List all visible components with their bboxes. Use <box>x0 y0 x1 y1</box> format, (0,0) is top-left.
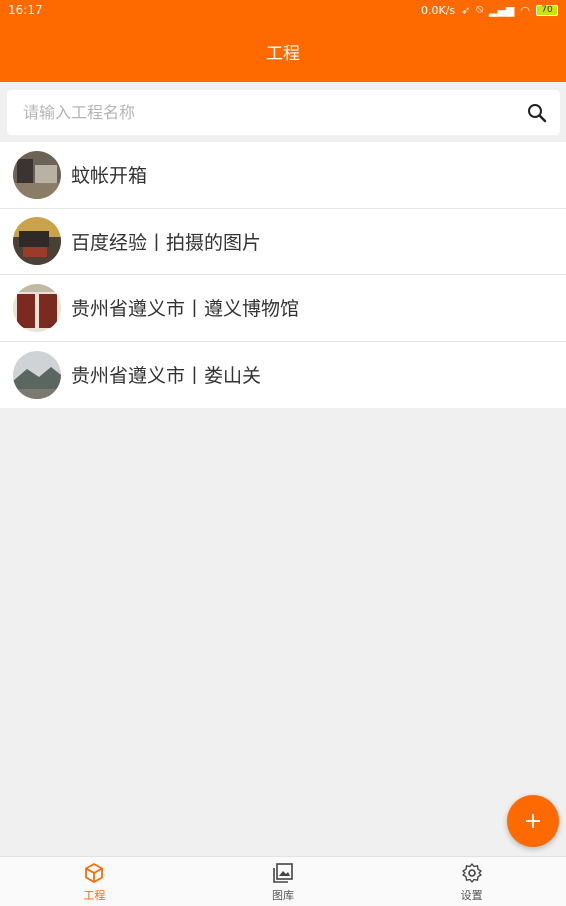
gear-icon <box>460 861 484 885</box>
project-name: 百度经验丨拍摄的图片 <box>71 231 262 254</box>
search-bar <box>0 82 566 142</box>
plus-icon: + <box>523 808 543 834</box>
project-list: 蚊帐开箱 百度经验丨拍摄的图片 贵州省遵义市丨遵义博物馆 贵州省遵义市丨娄山关 <box>0 142 566 408</box>
status-bar: 16:17 0.0K/s ➶ ⍉ ▂▄▆ ◠ 70 <box>0 0 566 20</box>
list-item[interactable]: 贵州省遵义市丨娄山关 <box>0 342 566 409</box>
page-title: 工程 <box>266 43 300 64</box>
project-thumbnail <box>13 150 61 199</box>
app-bar: 工程 <box>0 20 566 82</box>
list-item[interactable]: 蚊帐开箱 <box>0 142 566 209</box>
tab-settings[interactable]: 设置 <box>377 857 566 906</box>
search-icon[interactable] <box>526 102 548 124</box>
project-thumbnail <box>13 283 61 332</box>
search-box <box>7 90 560 135</box>
project-name: 蚊帐开箱 <box>71 165 148 188</box>
battery-icon: 70 <box>536 4 558 16</box>
gallery-icon <box>271 861 295 885</box>
signal-icon: ▂▄▆ <box>489 3 515 17</box>
status-time: 16:17 <box>8 3 43 17</box>
location-icon: ➶ <box>461 3 471 17</box>
project-name: 贵州省遵义市丨遵义博物馆 <box>71 298 300 321</box>
alarm-off-icon: ⍉ <box>476 3 483 16</box>
tab-label: 设置 <box>460 888 483 902</box>
status-icons: 0.0K/s ➶ ⍉ ▂▄▆ ◠ 70 <box>421 3 558 17</box>
project-thumbnail <box>13 350 61 399</box>
list-item[interactable]: 百度经验丨拍摄的图片 <box>0 209 566 275</box>
tab-label: 工程 <box>83 888 106 902</box>
network-speed: 0.0K/s <box>421 3 456 17</box>
list-item[interactable]: 贵州省遵义市丨遵义博物馆 <box>0 275 566 342</box>
add-project-button[interactable]: + <box>507 795 559 847</box>
wifi-icon: ◠ <box>520 3 530 17</box>
box-icon <box>82 861 106 885</box>
tab-gallery[interactable]: 图库 <box>189 857 378 906</box>
project-name: 贵州省遵义市丨娄山关 <box>71 365 262 388</box>
project-thumbnail <box>13 217 61 266</box>
tab-label: 图库 <box>272 888 294 902</box>
bottom-nav: 工程 图库 设置 <box>0 856 566 906</box>
tab-projects[interactable]: 工程 <box>0 857 189 906</box>
search-input[interactable] <box>23 103 503 122</box>
